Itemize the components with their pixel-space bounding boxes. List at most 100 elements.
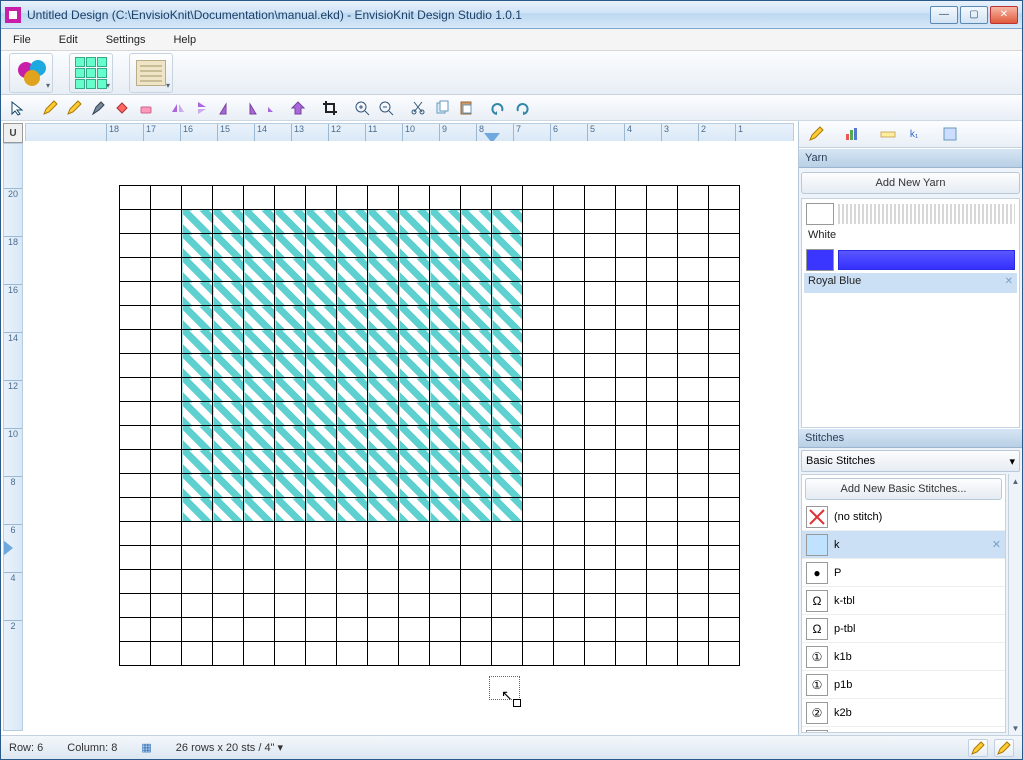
grid-cell[interactable] bbox=[120, 426, 151, 450]
cut-tool[interactable] bbox=[407, 97, 429, 119]
grid-cell[interactable] bbox=[461, 282, 492, 306]
grid-cell[interactable] bbox=[275, 282, 306, 306]
grid-cell[interactable] bbox=[523, 234, 554, 258]
grid-cell[interactable] bbox=[244, 474, 275, 498]
grid-cell[interactable] bbox=[554, 522, 585, 546]
grid-cell[interactable] bbox=[244, 594, 275, 618]
grid-cell[interactable] bbox=[306, 594, 337, 618]
grid-cell[interactable] bbox=[647, 306, 678, 330]
grid-cell[interactable] bbox=[244, 450, 275, 474]
grid-cell[interactable] bbox=[213, 546, 244, 570]
grid-cell[interactable] bbox=[585, 330, 616, 354]
grid-cell[interactable] bbox=[647, 378, 678, 402]
grid-cell[interactable] bbox=[461, 474, 492, 498]
grid-cell[interactable] bbox=[244, 426, 275, 450]
grid-cell[interactable] bbox=[430, 210, 461, 234]
grid-cell[interactable] bbox=[368, 258, 399, 282]
grid-cell[interactable] bbox=[368, 570, 399, 594]
grid-cell[interactable] bbox=[368, 426, 399, 450]
grid-cell[interactable] bbox=[616, 282, 647, 306]
grid-cell[interactable] bbox=[306, 186, 337, 210]
grid-cell[interactable] bbox=[492, 306, 523, 330]
grid-cell[interactable] bbox=[182, 594, 213, 618]
grid-cell[interactable] bbox=[120, 330, 151, 354]
grid-cell[interactable] bbox=[461, 402, 492, 426]
grid-cell[interactable] bbox=[368, 354, 399, 378]
grid-cell[interactable] bbox=[523, 426, 554, 450]
grid-cell[interactable] bbox=[709, 450, 740, 474]
shift-tool[interactable] bbox=[287, 97, 309, 119]
grid-cell[interactable] bbox=[461, 306, 492, 330]
side-k-tool[interactable]: k₁ bbox=[903, 123, 925, 145]
grid-cell[interactable] bbox=[151, 282, 182, 306]
grid-cell[interactable] bbox=[275, 402, 306, 426]
grid-cell[interactable] bbox=[709, 546, 740, 570]
grid-cell[interactable] bbox=[275, 354, 306, 378]
stitch-row[interactable]: ②k2b bbox=[802, 699, 1005, 727]
grid-cell[interactable] bbox=[554, 546, 585, 570]
grid-cell[interactable] bbox=[120, 402, 151, 426]
grid-cell[interactable] bbox=[306, 306, 337, 330]
grid-cell[interactable] bbox=[709, 618, 740, 642]
grid-cell[interactable] bbox=[120, 522, 151, 546]
close-button[interactable]: ✕ bbox=[990, 6, 1018, 24]
grid-cell[interactable] bbox=[213, 570, 244, 594]
grid-cell[interactable] bbox=[492, 210, 523, 234]
grid-cell[interactable] bbox=[182, 546, 213, 570]
grid-cell[interactable] bbox=[678, 426, 709, 450]
grid-cell[interactable] bbox=[616, 450, 647, 474]
grid-cell[interactable] bbox=[430, 546, 461, 570]
crop-tool[interactable] bbox=[319, 97, 341, 119]
grid-cell[interactable] bbox=[554, 306, 585, 330]
grid-cell[interactable] bbox=[554, 618, 585, 642]
grid-cell[interactable] bbox=[554, 210, 585, 234]
grid-cell[interactable] bbox=[151, 498, 182, 522]
grid-cell[interactable] bbox=[709, 474, 740, 498]
grid-cell[interactable] bbox=[492, 378, 523, 402]
grid-cell[interactable] bbox=[492, 258, 523, 282]
grid-cell[interactable] bbox=[461, 450, 492, 474]
grid-cell[interactable] bbox=[585, 306, 616, 330]
grid-cell[interactable] bbox=[399, 450, 430, 474]
menu-help[interactable]: Help bbox=[167, 32, 202, 48]
grid-cell[interactable] bbox=[337, 426, 368, 450]
stitch-group-dropdown[interactable]: Basic Stitches ▾ bbox=[801, 450, 1020, 472]
grid-cell[interactable] bbox=[678, 642, 709, 666]
grid-cell[interactable] bbox=[554, 378, 585, 402]
grid-cell[interactable] bbox=[399, 642, 430, 666]
grid-cell[interactable] bbox=[337, 618, 368, 642]
grid-cell[interactable] bbox=[461, 330, 492, 354]
grid-cell[interactable] bbox=[275, 594, 306, 618]
grid-cell[interactable] bbox=[461, 498, 492, 522]
rotate-tool[interactable] bbox=[263, 97, 285, 119]
grid-cell[interactable] bbox=[585, 234, 616, 258]
grid-cell[interactable] bbox=[399, 210, 430, 234]
stitch-row[interactable]: Ωp-tbl bbox=[802, 615, 1005, 643]
grid-cell[interactable] bbox=[709, 402, 740, 426]
grid-cell[interactable] bbox=[368, 186, 399, 210]
minimize-button[interactable]: — bbox=[930, 6, 958, 24]
grid-cell[interactable] bbox=[244, 354, 275, 378]
grid-cell[interactable] bbox=[275, 330, 306, 354]
grid-cell[interactable] bbox=[461, 186, 492, 210]
grid-cell[interactable] bbox=[647, 618, 678, 642]
grid-cell[interactable] bbox=[368, 378, 399, 402]
copy-tool[interactable] bbox=[431, 97, 453, 119]
grid-cell[interactable] bbox=[554, 594, 585, 618]
grid-cell[interactable] bbox=[430, 402, 461, 426]
grid-cell[interactable] bbox=[213, 282, 244, 306]
grid-cell[interactable] bbox=[616, 354, 647, 378]
grid-cell[interactable] bbox=[647, 642, 678, 666]
grid-cell[interactable] bbox=[430, 594, 461, 618]
grid-cell[interactable] bbox=[709, 186, 740, 210]
grid-cell[interactable] bbox=[368, 498, 399, 522]
grid-cell[interactable] bbox=[151, 378, 182, 402]
grid-cell[interactable] bbox=[306, 546, 337, 570]
grid-cell[interactable] bbox=[678, 186, 709, 210]
grid-cell[interactable] bbox=[337, 642, 368, 666]
grid-cell[interactable] bbox=[585, 642, 616, 666]
paste-tool[interactable] bbox=[455, 97, 477, 119]
grid-cell[interactable] bbox=[461, 426, 492, 450]
grid-cell[interactable] bbox=[213, 354, 244, 378]
grid-cell[interactable] bbox=[368, 546, 399, 570]
